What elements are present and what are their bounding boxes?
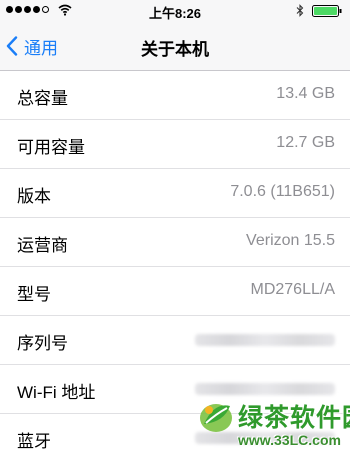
row-value: 13.4 GB bbox=[276, 85, 335, 102]
navigation-bar: 通用 关于本机 bbox=[0, 22, 350, 71]
row-label: 版本 bbox=[17, 187, 51, 206]
row-carrier: 运营商 Verizon 15.5 bbox=[0, 218, 350, 267]
row-value: 7.0.6 (11B651) bbox=[230, 183, 335, 200]
row-label: 总容量 bbox=[17, 89, 68, 108]
row-version: 版本 7.0.6 (11B651) bbox=[0, 169, 350, 218]
battery-icon bbox=[312, 5, 342, 17]
watermark-url: www.33LC.com bbox=[238, 432, 341, 448]
row-label: 型号 bbox=[17, 285, 51, 304]
row-model: 型号 MD276LL/A bbox=[0, 267, 350, 316]
watermark-title: 绿茶软件园 bbox=[238, 404, 350, 432]
row-label: 序列号 bbox=[17, 334, 68, 353]
watermark: 绿茶软件园 www.33LC.com bbox=[196, 392, 350, 459]
row-available-capacity: 可用容量 12.7 GB bbox=[0, 120, 350, 169]
redacted-value bbox=[195, 334, 335, 346]
row-value: Verizon 15.5 bbox=[246, 232, 335, 249]
row-value: 12.7 GB bbox=[276, 134, 335, 151]
about-screen: 上午8:26 通用 关于本机 总容量 13.4 GB 可用容量 12.7 GB bbox=[0, 0, 350, 459]
row-label: Wi-Fi 地址 bbox=[17, 383, 96, 402]
row-label: 可用容量 bbox=[17, 138, 85, 157]
row-label: 运营商 bbox=[17, 236, 68, 255]
bluetooth-icon bbox=[296, 4, 304, 17]
row-value: MD276LL/A bbox=[250, 281, 336, 298]
leaf-logo-icon bbox=[200, 404, 232, 432]
row-total-capacity: 总容量 13.4 GB bbox=[0, 71, 350, 120]
row-label: 蓝牙 bbox=[17, 432, 51, 451]
page-title: 关于本机 bbox=[141, 40, 209, 59]
status-bar: 上午8:26 bbox=[0, 0, 350, 22]
row-serial-number: 序列号 bbox=[0, 316, 350, 365]
